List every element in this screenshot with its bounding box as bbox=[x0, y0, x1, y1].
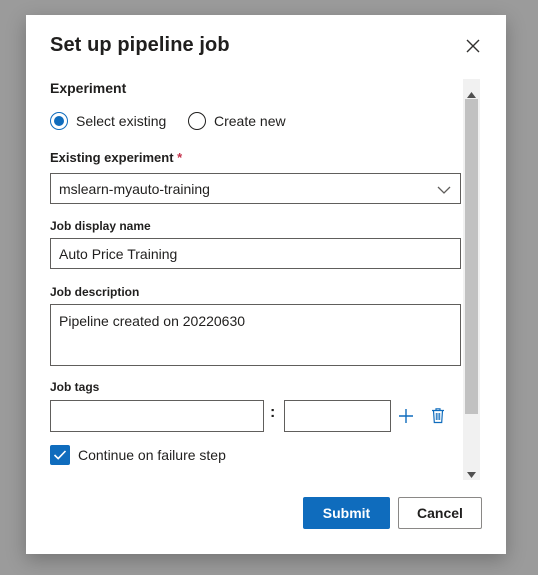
checkbox-label: Continue on failure step bbox=[78, 447, 226, 463]
continue-on-failure-checkbox[interactable]: Continue on failure step bbox=[50, 445, 226, 465]
chevron-down-icon bbox=[437, 183, 451, 199]
vertical-scrollbar[interactable] bbox=[463, 79, 480, 480]
job-display-name-label: Job display name bbox=[50, 219, 151, 233]
add-icon[interactable] bbox=[398, 408, 414, 429]
radio-label: Create new bbox=[214, 113, 286, 129]
radio-select-existing[interactable]: Select existing bbox=[50, 112, 166, 130]
radio-selected-indicator bbox=[50, 112, 68, 130]
input-value: Auto Price Training bbox=[59, 245, 178, 262]
radio-create-new[interactable]: Create new bbox=[188, 112, 286, 130]
job-tags-label: Job tags bbox=[50, 380, 100, 394]
experiment-section-title: Experiment bbox=[50, 80, 127, 96]
tag-value-input[interactable] bbox=[284, 400, 391, 432]
delete-icon[interactable] bbox=[430, 407, 446, 429]
tag-key-input[interactable] bbox=[50, 400, 264, 432]
scroll-down-arrow-icon[interactable] bbox=[467, 465, 476, 483]
job-description-label: Job description bbox=[50, 285, 140, 299]
checkmark-icon bbox=[50, 445, 70, 465]
tag-separator: : bbox=[270, 404, 276, 421]
textarea-value: Pipeline created on 20220630 bbox=[59, 313, 246, 329]
submit-button[interactable]: Submit bbox=[303, 497, 390, 529]
dialog-title: Set up pipeline job bbox=[50, 34, 230, 56]
radio-label: Select existing bbox=[76, 113, 167, 129]
existing-experiment-label: Existing experiment * bbox=[50, 150, 183, 165]
existing-experiment-dropdown[interactable]: mslearn-myauto-training bbox=[50, 173, 461, 204]
pipeline-job-dialog: Set up pipeline job Experiment Select ex… bbox=[26, 15, 506, 554]
dropdown-value: mslearn-myauto-training bbox=[59, 180, 210, 197]
scrollbar-thumb[interactable] bbox=[465, 99, 478, 414]
job-description-textarea[interactable]: Pipeline created on 20220630 bbox=[50, 304, 461, 366]
required-marker: * bbox=[177, 150, 183, 165]
radio-unselected-indicator bbox=[188, 112, 206, 130]
job-display-name-input[interactable]: Auto Price Training bbox=[50, 238, 461, 269]
cancel-button[interactable]: Cancel bbox=[398, 497, 482, 529]
close-icon[interactable] bbox=[464, 37, 482, 55]
